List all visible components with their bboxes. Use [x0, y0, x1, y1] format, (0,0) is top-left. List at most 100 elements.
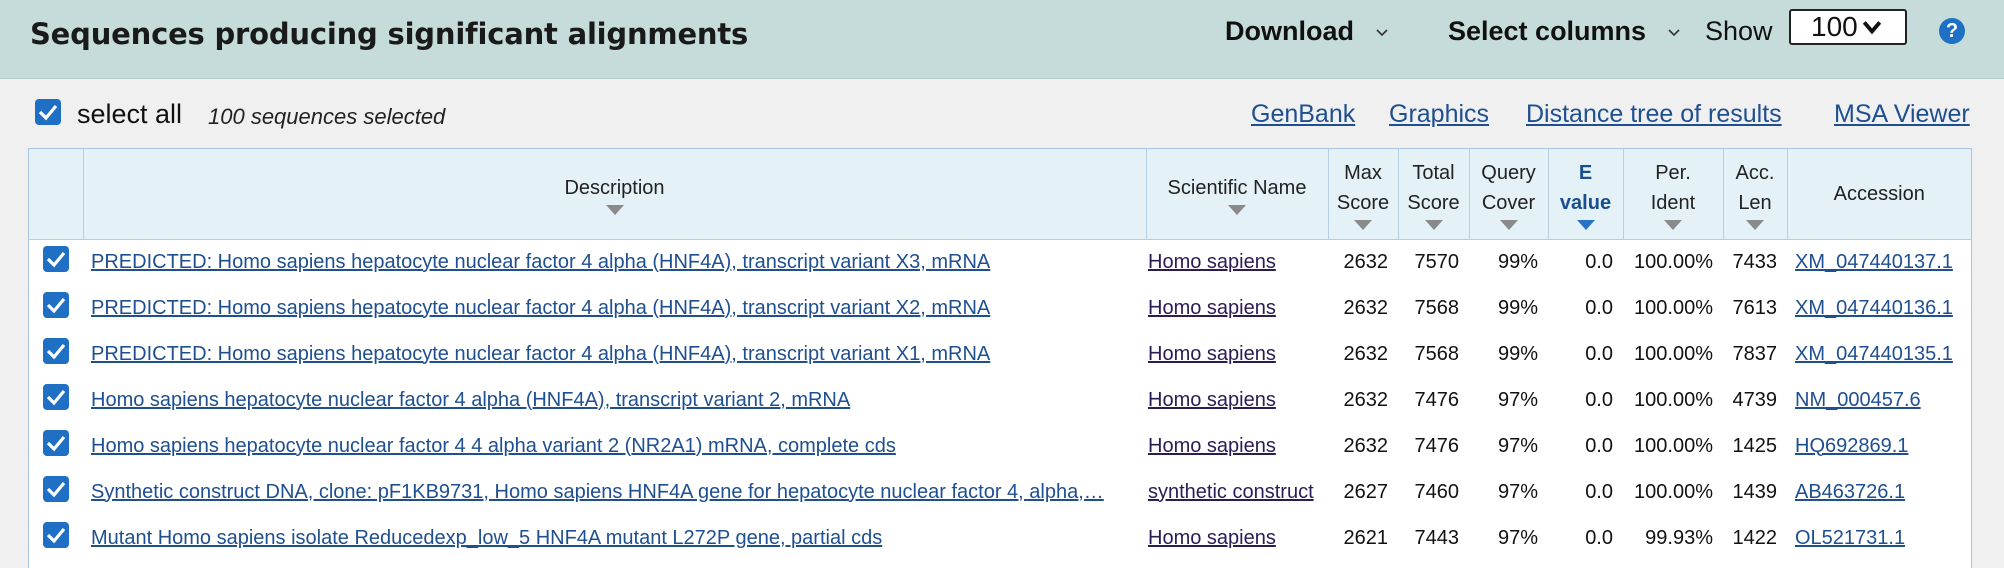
scientific-name-cell: synthetic construct: [1146, 469, 1328, 515]
header-query-cover[interactable]: Query Cover: [1469, 149, 1549, 240]
checkbox-checked-icon: [46, 297, 66, 314]
query-cover-cell: 97%: [1497, 480, 1538, 503]
accession-link[interactable]: AB463726.1: [1795, 481, 1905, 503]
max-score-cell: 2627: [1343, 480, 1389, 503]
selected-count: 100 sequences selected: [208, 104, 446, 129]
scientific-name-cell: Homo sapiens: [1146, 331, 1328, 377]
per-ident-cell: 99.93%: [1645, 526, 1713, 549]
header-description[interactable]: Description: [83, 149, 1147, 240]
scientific-name-link[interactable]: Homo sapiens: [1148, 297, 1276, 319]
e-value-cell: 0.0: [1585, 342, 1613, 365]
max-score-cell: 2632: [1343, 434, 1389, 457]
row-checkbox[interactable]: [43, 522, 69, 548]
query-cover-cell: 99%: [1497, 250, 1538, 273]
checkbox-checked-icon: [46, 527, 66, 544]
per-ident-cell: 100.00%: [1634, 388, 1713, 411]
header-scientific-name[interactable]: Scientific Name: [1146, 149, 1329, 240]
show-count-select[interactable]: 100: [1789, 9, 1907, 45]
accession-cell: NM_000457.6: [1787, 377, 1971, 423]
description-link[interactable]: PREDICTED: Homo sapiens hepatocyte nucle…: [91, 297, 990, 319]
row-checkbox[interactable]: [43, 476, 69, 502]
sort-down-icon: [1576, 219, 1595, 230]
total-score-cell: 7568: [1414, 342, 1460, 365]
download-button[interactable]: Download: [1225, 16, 1388, 47]
per-ident-cell: 100.00%: [1634, 296, 1713, 319]
checkbox-checked-icon: [46, 389, 66, 406]
accession-link[interactable]: XM_047440135.1: [1795, 343, 1953, 365]
acc-len-cell: 1422: [1732, 526, 1778, 549]
header-total-score[interactable]: Total Score: [1398, 149, 1470, 240]
scientific-name-cell: Homo sapiens: [1146, 423, 1328, 469]
accession-link[interactable]: OL521731.1: [1795, 527, 1905, 549]
row-checkbox[interactable]: [43, 338, 69, 364]
help-icon[interactable]: ?: [1939, 18, 1965, 44]
description-link[interactable]: Synthetic construct DNA, clone: pF1KB973…: [91, 481, 1104, 503]
header-per-ident[interactable]: Per. Ident: [1623, 149, 1724, 240]
acc-len-cell: 1425: [1732, 434, 1778, 457]
accession-link[interactable]: NM_000457.6: [1795, 389, 1921, 411]
per-ident-cell: 100.00%: [1634, 480, 1713, 503]
scientific-name-cell: Homo sapiens: [1146, 377, 1328, 423]
max-score-cell: 2632: [1343, 342, 1389, 365]
total-score-cell: 7568: [1414, 296, 1460, 319]
msa-viewer-link[interactable]: MSA Viewer: [1834, 100, 1970, 129]
max-score-cell: 2632: [1343, 296, 1389, 319]
accession-cell: XM_047440137.1: [1787, 239, 1971, 285]
scientific-name-link[interactable]: Homo sapiens: [1148, 435, 1276, 457]
distance-tree-link[interactable]: Distance tree of results: [1526, 100, 1782, 129]
description-link[interactable]: Homo sapiens hepatocyte nuclear factor 4…: [91, 389, 850, 411]
row-checkbox[interactable]: [43, 246, 69, 273]
header-acc-len[interactable]: Acc. Len: [1723, 149, 1788, 240]
accession-cell: OL521731.1: [1787, 515, 1971, 561]
genbank-link[interactable]: GenBank: [1251, 100, 1355, 129]
table-row: Homo sapiens hepatocyte nuclear factor 4…: [29, 377, 1971, 423]
show-count-value: 100: [1811, 11, 1858, 42]
row-select-cell: [29, 331, 83, 377]
scientific-name-link[interactable]: Homo sapiens: [1148, 251, 1276, 273]
acc-len-cell: 7613: [1732, 296, 1778, 319]
scientific-name-cell: Homo sapiens: [1146, 285, 1328, 331]
checkbox-checked-icon: [38, 104, 58, 121]
row-select-cell: [29, 423, 83, 469]
sort-down-icon: [605, 204, 624, 215]
row-checkbox[interactable]: [43, 292, 69, 318]
accession-link[interactable]: HQ692869.1: [1795, 435, 1908, 457]
row-select-cell: [29, 515, 83, 561]
sort-down-icon: [1499, 219, 1518, 230]
header-max-score[interactable]: Max Score: [1328, 149, 1399, 240]
e-value-cell: 0.0: [1585, 296, 1613, 319]
chevron-down-icon: [1863, 20, 1881, 34]
results-table-container: Description Scientific Name Max Score To…: [28, 148, 1972, 568]
scientific-name-link[interactable]: Homo sapiens: [1148, 389, 1276, 411]
select-all-label: select all: [77, 99, 183, 129]
header-accession: Accession: [1787, 149, 1971, 240]
row-checkbox[interactable]: [43, 430, 69, 456]
description-cell: Synthetic construct DNA, clone: pF1KB973…: [83, 469, 1146, 515]
scientific-name-link[interactable]: Homo sapiens: [1148, 527, 1276, 549]
scientific-name-link[interactable]: synthetic construct: [1148, 481, 1314, 503]
query-cover-cell: 97%: [1497, 434, 1538, 457]
graphics-link[interactable]: Graphics: [1389, 100, 1489, 129]
checkbox-checked-icon: [46, 435, 66, 452]
select-columns-label: Select columns: [1448, 16, 1647, 46]
e-value-cell: 0.0: [1585, 250, 1613, 273]
table-row: Homo sapiens hepatocyte nuclear factor 4…: [29, 423, 1971, 469]
description-link[interactable]: Homo sapiens hepatocyte nuclear factor 4…: [91, 435, 896, 457]
query-cover-cell: 99%: [1497, 342, 1538, 365]
select-columns-button[interactable]: Select columns: [1448, 16, 1680, 47]
query-cover-cell: 97%: [1497, 388, 1538, 411]
acc-len-cell: 4739: [1732, 388, 1778, 411]
accession-link[interactable]: XM_047440136.1: [1795, 297, 1953, 319]
query-cover-cell: 99%: [1497, 296, 1538, 319]
checkbox-checked-icon: [46, 252, 66, 268]
row-checkbox[interactable]: [43, 384, 69, 410]
description-link[interactable]: PREDICTED: Homo sapiens hepatocyte nucle…: [91, 251, 990, 273]
description-link[interactable]: Mutant Homo sapiens isolate Reducedexp_l…: [91, 527, 882, 549]
description-link[interactable]: PREDICTED: Homo sapiens hepatocyte nucle…: [91, 343, 990, 365]
show-label: Show: [1705, 16, 1773, 46]
select-all-checkbox[interactable]: [35, 99, 61, 125]
accession-link[interactable]: XM_047440137.1: [1795, 251, 1953, 273]
header-e-value[interactable]: E value: [1548, 149, 1624, 240]
e-value-cell: 0.0: [1585, 434, 1613, 457]
scientific-name-link[interactable]: Homo sapiens: [1148, 343, 1276, 365]
